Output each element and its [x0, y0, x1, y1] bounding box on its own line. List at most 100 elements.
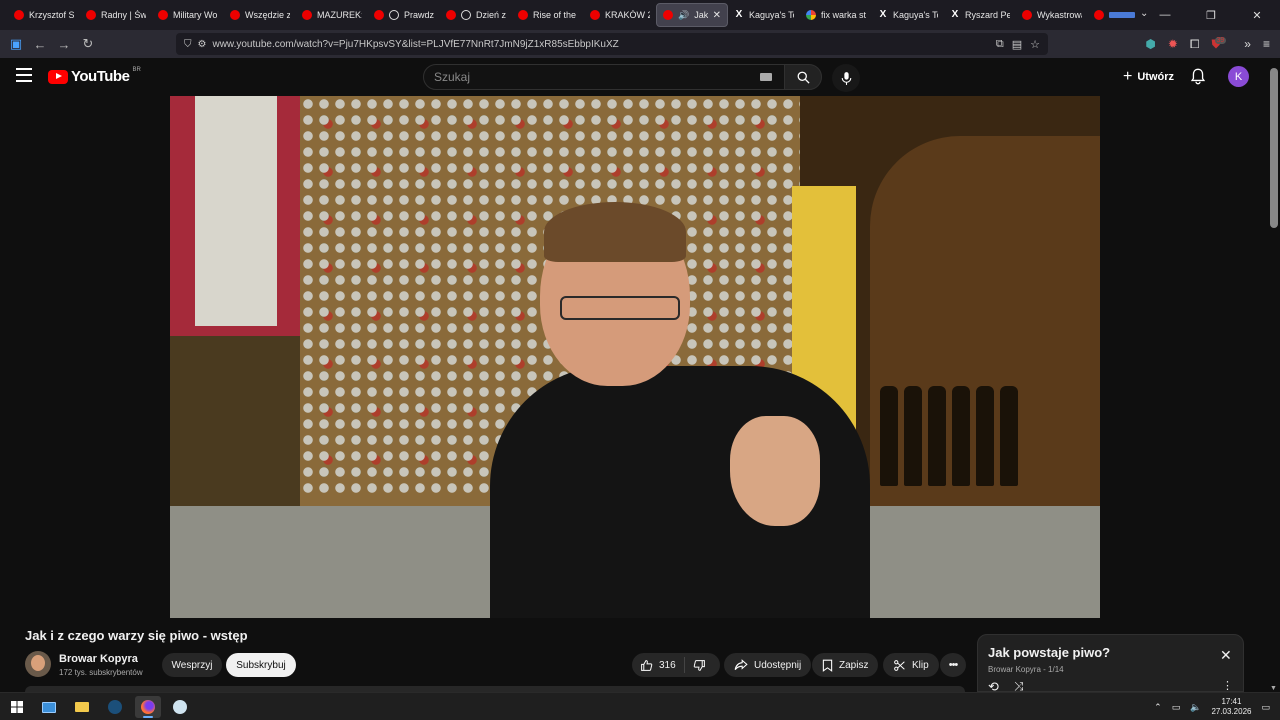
youtube-favicon: [230, 10, 240, 20]
close-icon[interactable]: ✕: [1220, 647, 1232, 664]
page-scrollbar[interactable]: ▼: [1268, 58, 1280, 692]
restore-icon[interactable]: ❐: [1188, 0, 1234, 30]
browser-nav-bar: ▣ ← → ↻ ⛉ ⚙ www.youtube.com/watch?v=Pju7…: [0, 30, 1280, 58]
thumbs-up-icon: [641, 659, 653, 671]
more-tools-icon[interactable]: »: [1244, 37, 1251, 51]
taskbar-app-explorer[interactable]: [69, 696, 95, 718]
browser-tab[interactable]: Dzień z: [440, 3, 512, 27]
browser-tab[interactable]: Prawdz: [368, 3, 440, 27]
dislike-button[interactable]: [685, 659, 714, 672]
menu-icon[interactable]: [16, 68, 32, 82]
browser-tab[interactable]: fix warka str: [800, 3, 872, 27]
create-button[interactable]: + Utwórz: [1115, 64, 1182, 90]
taskbar-app-steam[interactable]: [102, 696, 128, 718]
picture-in-picture-icon[interactable]: ⧉: [996, 38, 1004, 51]
browser-tab[interactable]: X Ryszard Pet: [944, 3, 1016, 27]
bookmark-star-icon[interactable]: ☆: [1030, 38, 1040, 51]
clock[interactable]: 17:41 27.03.2026: [1211, 697, 1251, 717]
browser-tab[interactable]: Radny | Świ: [80, 3, 152, 27]
folder-icon: [75, 702, 89, 712]
share-button[interactable]: Udostępnij: [724, 653, 812, 677]
bookmark-icon: [822, 659, 833, 672]
search-input[interactable]: [434, 70, 734, 84]
scrollbar-thumb[interactable]: [1270, 68, 1278, 228]
url-bar[interactable]: ⛉ ⚙ www.youtube.com/watch?v=Pju7HKpsvSY&…: [176, 33, 1048, 55]
radio-icon: [389, 10, 399, 20]
browser-tab[interactable]: MAZUREK: I: [296, 3, 368, 27]
more-vertical-icon[interactable]: ⋮: [1222, 679, 1233, 692]
more-actions-button[interactable]: •••: [940, 653, 966, 677]
playlist-panel: Jak powstaje piwo? Browar Kopyra - 1/14 …: [977, 634, 1244, 694]
scroll-down-icon[interactable]: ▼: [1270, 685, 1277, 692]
clip-button[interactable]: Klip: [883, 653, 939, 677]
app-menu-icon[interactable]: ≡: [1263, 37, 1270, 51]
channel-avatar[interactable]: [25, 651, 51, 677]
voice-search-button[interactable]: [832, 64, 860, 92]
forward-icon[interactable]: →: [52, 32, 76, 56]
video-player[interactable]: [170, 96, 1100, 618]
search-button[interactable]: [784, 64, 822, 90]
taskbar-app-firefox[interactable]: [135, 696, 161, 718]
minimize-icon[interactable]: —: [1142, 0, 1188, 30]
channel-subscribers: 172 tys. subskrybentów: [59, 668, 143, 677]
clip-label: Klip: [912, 659, 929, 671]
browser-tab[interactable]: KRAKÓW 20: [584, 3, 656, 27]
notification-center-icon[interactable]: ▭: [1261, 702, 1270, 713]
support-button[interactable]: Wesprzyj: [162, 653, 222, 677]
notifications-button[interactable]: [1190, 68, 1206, 90]
youtube-favicon: [86, 10, 96, 20]
browser-tab[interactable]: X Kaguya's To: [728, 3, 800, 27]
browser-tab[interactable]: Military Wo: [152, 3, 224, 27]
share-label: Udostępnij: [754, 659, 802, 671]
save-button[interactable]: Zapisz: [812, 653, 879, 677]
start-button[interactable]: [4, 696, 30, 718]
ublock-icon[interactable]: ⛊39: [1211, 36, 1232, 52]
browser-tab[interactable]: Rise of the I: [512, 3, 584, 27]
back-icon[interactable]: ←: [28, 32, 52, 56]
microphone-icon: [841, 71, 851, 85]
volume-icon[interactable]: 🔈: [1190, 702, 1201, 713]
channel-name[interactable]: Browar Kopyra: [59, 653, 138, 665]
windows-icon: [11, 701, 23, 713]
browser-tab[interactable]: Wykastrowa: [1016, 3, 1088, 27]
vpn-shield-icon[interactable]: ⬢: [1145, 37, 1155, 51]
playlist-title[interactable]: Jak powstaje piwo?: [988, 645, 1110, 660]
close-window-icon[interactable]: ✕: [1234, 0, 1280, 30]
fox-extension-icon[interactable]: ✹: [1168, 37, 1178, 51]
permissions-icon[interactable]: ⚙: [198, 39, 207, 50]
toolbar-extensions: ⬢ ✹ ⧠ ⛊39 » ≡: [1145, 33, 1270, 55]
browser-tab-strip: Krzysztof St Radny | Świ Military Wo Wsz…: [0, 0, 1280, 30]
google-favicon: [806, 10, 816, 20]
account-avatar[interactable]: K: [1228, 66, 1249, 87]
taskbar-app-monitor[interactable]: [36, 696, 62, 718]
sidebar-toggle-icon[interactable]: ▣: [4, 32, 28, 56]
like-dislike-group: 316: [632, 653, 720, 677]
shield-icon[interactable]: ⛉: [184, 39, 192, 50]
browser-tab-active[interactable]: 🔊Jak i✕: [656, 3, 728, 27]
like-button[interactable]: 316: [632, 657, 685, 673]
taskbar-app-tool[interactable]: [167, 696, 193, 718]
youtube-favicon: [663, 10, 673, 20]
browser-tab[interactable]: Krzysztof St: [8, 3, 80, 27]
close-tab-icon[interactable]: ✕: [713, 10, 721, 21]
url-text[interactable]: www.youtube.com/watch?v=Pju7HKpsvSY&list…: [212, 39, 618, 50]
youtube-favicon: [158, 10, 168, 20]
extensions-puzzle-icon[interactable]: ⧠: [1190, 37, 1200, 52]
subscribe-button[interactable]: Subskrybuj: [226, 653, 296, 677]
youtube-logo-text: YouTube: [71, 68, 130, 85]
thumbs-down-icon: [693, 659, 705, 671]
chevron-up-icon[interactable]: ⌃: [1154, 702, 1162, 713]
youtube-favicon: [14, 10, 24, 20]
browser-tab[interactable]: Wszędzie za: [224, 3, 296, 27]
reader-view-icon[interactable]: ▤: [1012, 38, 1022, 51]
scissors-icon: [894, 659, 905, 671]
video-frame-bottles: [880, 376, 1030, 486]
browser-tab[interactable]: X Kaguya's To: [872, 3, 944, 27]
youtube-logo[interactable]: YouTube BR: [48, 67, 141, 85]
speaker-icon[interactable]: 🔊: [678, 10, 689, 21]
keyboard-icon[interactable]: [760, 73, 772, 81]
browser-tab[interactable]: [1088, 3, 1148, 27]
network-icon[interactable]: ▭: [1172, 702, 1181, 713]
reload-icon[interactable]: ↻: [76, 32, 100, 56]
window-controls: — ❐ ✕: [1142, 0, 1280, 30]
